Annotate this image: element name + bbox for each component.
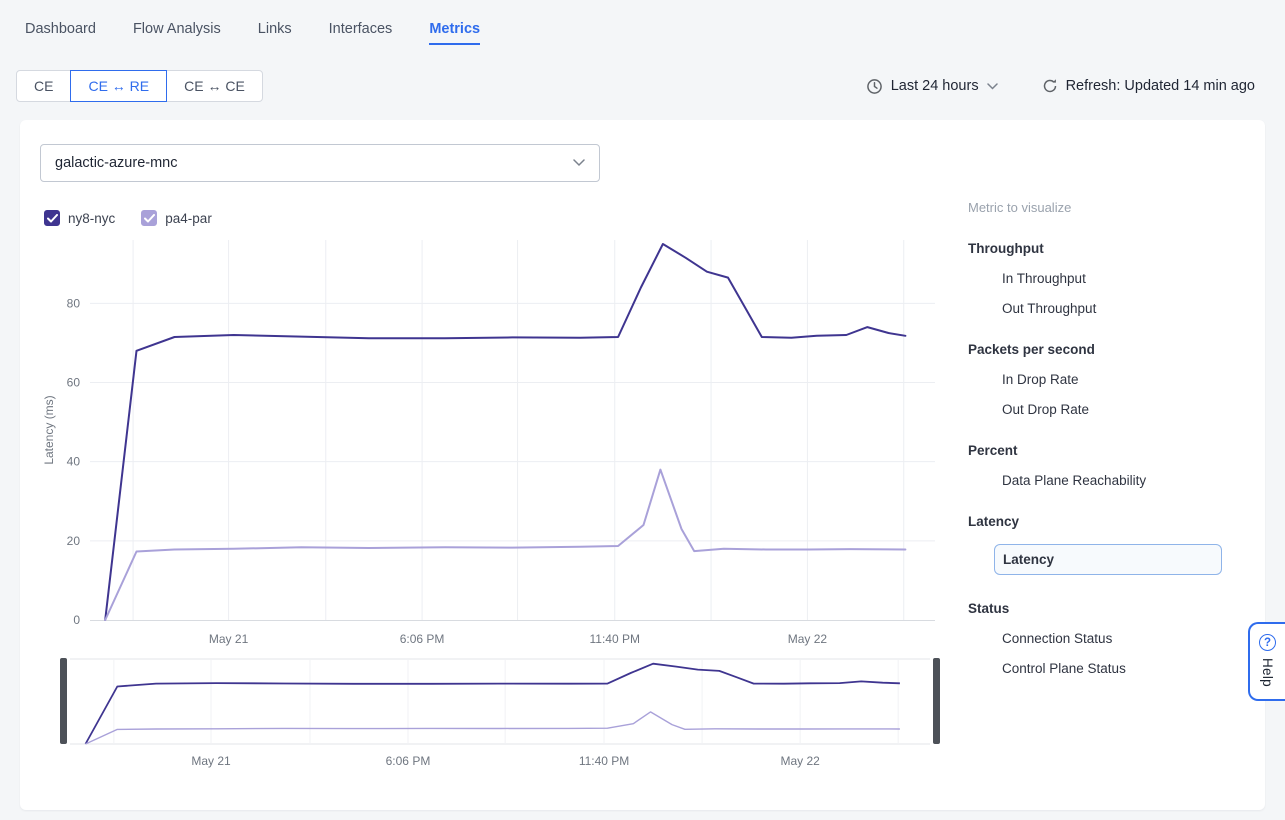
tab-flow-analysis[interactable]: Flow Analysis bbox=[133, 21, 221, 45]
legend-label: ny8-nyc bbox=[68, 211, 115, 226]
ce-segment-group: CE CE ↔ RE CE ↔ CE bbox=[16, 70, 263, 102]
metric-item-control-plane-status[interactable]: Control Plane Status bbox=[1002, 661, 1126, 676]
time-range-label: Last 24 hours bbox=[891, 78, 979, 94]
metric-group-label: Packets per second bbox=[968, 342, 1265, 357]
refresh-button[interactable]: Refresh: Updated 14 min ago bbox=[1042, 78, 1255, 94]
metric-item-latency[interactable]: Latency bbox=[994, 544, 1222, 575]
metric-group-status: Status Connection Status Control Plane S… bbox=[968, 601, 1265, 676]
metric-item-connection-status[interactable]: Connection Status bbox=[1002, 631, 1112, 646]
chart-column: galactic-azure-mnc ny8-nyc pa4-par 0 20 40… bbox=[20, 120, 968, 810]
metric-item-in-drop-rate[interactable]: In Drop Rate bbox=[1002, 372, 1079, 387]
svg-text:Latency (ms): Latency (ms) bbox=[42, 395, 56, 464]
brush-series-line-pa4-par bbox=[86, 712, 900, 744]
svg-text:6:06 PM: 6:06 PM bbox=[386, 754, 431, 768]
help-label: Help bbox=[1260, 658, 1275, 687]
metric-item-out-drop-rate[interactable]: Out Drop Rate bbox=[1002, 402, 1089, 417]
brush-handle-left[interactable] bbox=[60, 658, 67, 744]
tab-interfaces[interactable]: Interfaces bbox=[329, 21, 393, 45]
segment-ce[interactable]: CE bbox=[16, 70, 71, 102]
metric-group-throughput: Throughput In Throughput Out Throughput bbox=[968, 241, 1265, 316]
metric-panel-title: Metric to visualize bbox=[968, 200, 1265, 215]
device-select-value: galactic-azure-mnc bbox=[55, 155, 178, 171]
metric-item-in-throughput[interactable]: In Throughput bbox=[1002, 271, 1086, 286]
metric-item-out-throughput[interactable]: Out Throughput bbox=[1002, 301, 1096, 316]
clock-icon bbox=[866, 78, 883, 95]
checkbox-checked-icon[interactable] bbox=[141, 210, 157, 226]
metric-panel: Metric to visualize Throughput In Throug… bbox=[968, 120, 1265, 810]
tab-dashboard[interactable]: Dashboard bbox=[25, 21, 96, 45]
series-legend: ny8-nyc pa4-par bbox=[44, 210, 968, 226]
legend-item-ny8-nyc[interactable]: ny8-nyc bbox=[44, 210, 115, 226]
refresh-label: Refresh: Updated 14 min ago bbox=[1066, 78, 1255, 94]
series-line-pa4-par bbox=[105, 470, 905, 620]
device-select[interactable]: galactic-azure-mnc bbox=[40, 144, 600, 182]
help-button[interactable]: ? Help bbox=[1248, 622, 1285, 701]
legend-item-pa4-par[interactable]: pa4-par bbox=[141, 210, 212, 226]
svg-text:20: 20 bbox=[67, 534, 81, 548]
svg-text:May 21: May 21 bbox=[209, 632, 249, 646]
chevron-down-icon bbox=[573, 159, 585, 167]
svg-text:May 22: May 22 bbox=[788, 632, 828, 646]
metric-group-label: Throughput bbox=[968, 241, 1265, 256]
metric-group-label: Percent bbox=[968, 443, 1265, 458]
svg-text:60: 60 bbox=[67, 376, 81, 390]
svg-text:0: 0 bbox=[73, 613, 80, 627]
segment-ce-ce[interactable]: CE ↔ CE bbox=[166, 70, 263, 102]
checkbox-checked-icon[interactable] bbox=[44, 210, 60, 226]
svg-text:11:40 PM: 11:40 PM bbox=[579, 754, 629, 768]
svg-text:80: 80 bbox=[67, 296, 81, 310]
series-line-ny8-nyc bbox=[105, 244, 905, 620]
chevron-down-icon bbox=[987, 83, 998, 90]
help-question-icon: ? bbox=[1259, 634, 1276, 651]
svg-text:6:06 PM: 6:06 PM bbox=[400, 632, 445, 646]
time-range-selector[interactable]: Last 24 hours bbox=[866, 78, 998, 95]
tab-metrics[interactable]: Metrics bbox=[429, 21, 480, 45]
top-nav: Dashboard Flow Analysis Links Interfaces… bbox=[0, 0, 1285, 45]
metric-item-data-plane-reachability[interactable]: Data Plane Reachability bbox=[1002, 473, 1146, 488]
time-brush-chart[interactable]: May 21 6:06 PM 11:40 PM May 22 bbox=[60, 658, 940, 772]
svg-text:May 21: May 21 bbox=[191, 754, 231, 768]
svg-text:May 22: May 22 bbox=[780, 754, 820, 768]
metric-group-label: Status bbox=[968, 601, 1265, 616]
controls-row: CE CE ↔ RE CE ↔ CE Last 24 hours Refresh… bbox=[16, 70, 1255, 102]
metric-group-latency: Latency Latency bbox=[968, 514, 1265, 575]
segment-ce-re[interactable]: CE ↔ RE bbox=[70, 70, 167, 102]
latency-line-chart: 0 20 40 60 80 May 21 6:06 PM 11:40 PM May 22 Late… bbox=[40, 234, 940, 646]
refresh-icon bbox=[1042, 78, 1058, 94]
metric-group-packets: Packets per second In Drop Rate Out Drop… bbox=[968, 342, 1265, 417]
brush-series-line-ny8-nyc bbox=[86, 664, 900, 744]
metric-group-percent: Percent Data Plane Reachability bbox=[968, 443, 1265, 488]
svg-text:40: 40 bbox=[67, 455, 81, 469]
metric-group-label: Latency bbox=[968, 514, 1265, 529]
brush-handle-right[interactable] bbox=[933, 658, 940, 744]
tab-links[interactable]: Links bbox=[258, 21, 292, 45]
metrics-card: galactic-azure-mnc ny8-nyc pa4-par 0 20 40… bbox=[20, 120, 1265, 810]
svg-text:11:40 PM: 11:40 PM bbox=[590, 632, 640, 646]
legend-label: pa4-par bbox=[165, 211, 212, 226]
